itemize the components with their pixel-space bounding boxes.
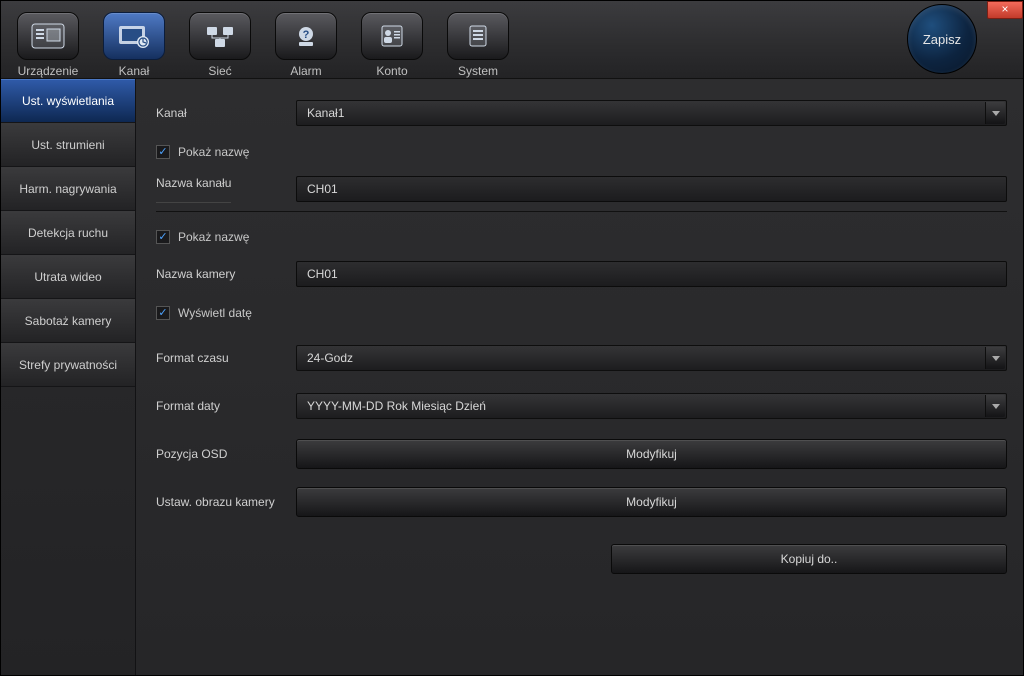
chevron-down-icon [985, 102, 1005, 124]
date-format-label: Format daty [156, 399, 296, 413]
sidebar-item-privacy-zones[interactable]: Strefy prywatności [1, 343, 135, 387]
date-format-select[interactable]: YYYY-MM-DD Rok Miesiąc Dzień [296, 393, 1007, 419]
camera-name-label: Nazwa kamery [156, 267, 296, 281]
channel-label: Kanał [156, 106, 296, 120]
image-settings-label: Ustaw. obrazu kamery [156, 495, 296, 509]
channel-name-label: Nazwa kanału [156, 176, 296, 203]
show-name-2-label: Pokaż nazwę [178, 230, 249, 244]
app-window: × Urządzenie Kanał Sieć ? Alarm [0, 0, 1024, 676]
time-format-value: 24-Godz [307, 351, 353, 365]
show-name-1-label: Pokaż nazwę [178, 145, 249, 159]
main-panel: Kanał Kanał1 Pokaż nazwę Nazwa kanału CH… [136, 79, 1023, 675]
channel-name-input[interactable]: CH01 [296, 176, 1007, 202]
top-tab-device[interactable]: Urządzenie [7, 12, 89, 78]
top-tab-label: Kanał [93, 64, 175, 78]
channel-icon [103, 12, 165, 60]
device-icon [17, 12, 79, 60]
top-tab-label: Urządzenie [7, 64, 89, 78]
top-tab-account[interactable]: Konto [351, 12, 433, 78]
time-format-label: Format czasu [156, 351, 296, 365]
date-format-value: YYYY-MM-DD Rok Miesiąc Dzień [307, 399, 486, 413]
body: Ust. wyświetlania Ust. strumieni Harm. n… [1, 79, 1023, 675]
sidebar-item-video-loss[interactable]: Utrata wideo [1, 255, 135, 299]
image-settings-modify-button[interactable]: Modyfikuj [296, 487, 1007, 517]
osd-position-label: Pozycja OSD [156, 447, 296, 461]
top-tab-label: Konto [351, 64, 433, 78]
time-format-select[interactable]: 24-Godz [296, 345, 1007, 371]
sidebar-item-tamper[interactable]: Sabotaż kamery [1, 299, 135, 343]
chevron-down-icon [985, 395, 1005, 417]
top-tab-label: Alarm [265, 64, 347, 78]
channel-select[interactable]: Kanał1 [296, 100, 1007, 126]
sidebar-item-record-schedule[interactable]: Harm. nagrywania [1, 167, 135, 211]
alarm-icon: ? [275, 12, 337, 60]
camera-name-value: CH01 [307, 267, 338, 281]
top-toolbar: Urządzenie Kanał Sieć ? Alarm Konto [1, 1, 1023, 79]
top-tab-label: Sieć [179, 64, 261, 78]
chevron-down-icon [985, 347, 1005, 369]
window-close-button[interactable]: × [987, 1, 1023, 19]
osd-position-modify-button[interactable]: Modyfikuj [296, 439, 1007, 469]
save-button[interactable]: Zapisz [907, 4, 977, 74]
sidebar: Ust. wyświetlania Ust. strumieni Harm. n… [1, 79, 136, 675]
show-name-2-checkbox[interactable] [156, 230, 170, 244]
top-tab-label: System [437, 64, 519, 78]
network-icon [189, 12, 251, 60]
divider [156, 211, 1007, 212]
top-tab-network[interactable]: Sieć [179, 12, 261, 78]
top-tab-system[interactable]: System [437, 12, 519, 78]
copy-to-button[interactable]: Kopiuj do.. [611, 544, 1007, 574]
top-tab-channel[interactable]: Kanał [93, 12, 175, 78]
camera-name-input[interactable]: CH01 [296, 261, 1007, 287]
sidebar-item-stream-settings[interactable]: Ust. strumieni [1, 123, 135, 167]
show-date-checkbox[interactable] [156, 306, 170, 320]
top-tab-alarm[interactable]: ? Alarm [265, 12, 347, 78]
channel-name-value: CH01 [307, 182, 338, 196]
system-icon [447, 12, 509, 60]
sidebar-item-display-settings[interactable]: Ust. wyświetlania [1, 79, 135, 123]
sidebar-item-motion-detection[interactable]: Detekcja ruchu [1, 211, 135, 255]
show-date-label: Wyświetl datę [178, 306, 252, 320]
svg-text:?: ? [303, 29, 310, 41]
account-icon [361, 12, 423, 60]
channel-select-value: Kanał1 [307, 106, 344, 120]
show-name-1-checkbox[interactable] [156, 145, 170, 159]
